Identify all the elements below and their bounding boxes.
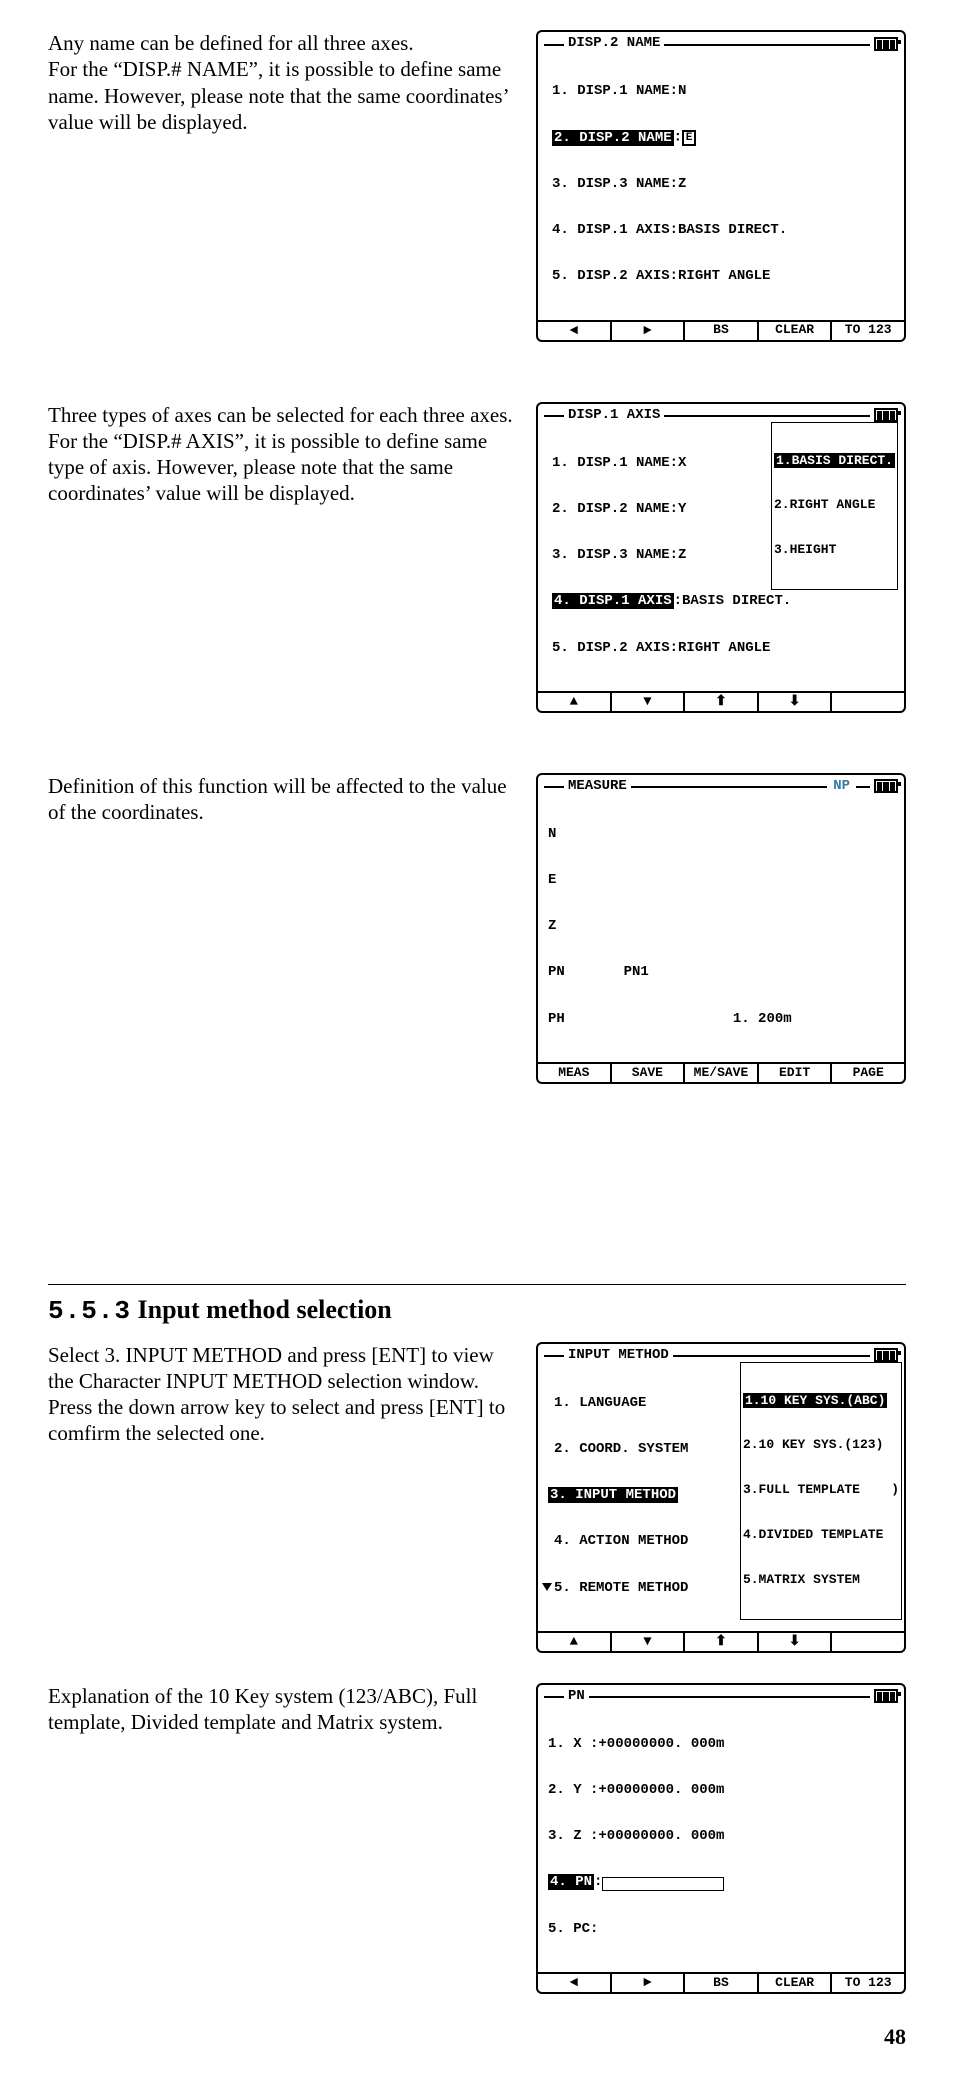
lcd2-title: DISP.1 AXIS <box>564 408 664 423</box>
lcd4-line5: 5. REMOTE METHOD <box>554 1580 688 1596</box>
pn-label: PN <box>548 964 565 980</box>
softkey-edit[interactable]: EDIT <box>759 1064 833 1082</box>
lcd4-line3-selected: 3. INPUT METHOD <box>548 1487 678 1503</box>
softkey-page[interactable]: PAGE <box>832 1064 904 1082</box>
softkey-clear[interactable]: CLEAR <box>759 1974 833 1992</box>
lcd3-title: MEASURE <box>564 779 631 794</box>
coord-z: Z <box>548 919 894 934</box>
paragraph-2: Three types of axes can be selected for … <box>48 402 536 507</box>
coord-n: N <box>548 827 894 842</box>
softkey-up-tri[interactable]: ▲ <box>538 1633 612 1651</box>
battery-icon <box>874 1689 898 1703</box>
softkey-blank <box>832 1633 904 1651</box>
ph-value: 1. 200m <box>733 1011 792 1027</box>
menu-basis-direct[interactable]: 1.BASIS DIRECT. <box>774 453 895 468</box>
pn-value: PN1 <box>624 964 649 980</box>
menu-height[interactable]: 3.HEIGHT <box>774 543 895 558</box>
softkey-meas[interactable]: MEAS <box>538 1064 612 1082</box>
softkey-up-arrow[interactable]: ⬆ <box>685 1633 759 1651</box>
menu-10key-abc[interactable]: 1.10 KEY SYS.(ABC) <box>743 1393 887 1408</box>
lcd1-line4: 4. DISP.1 AXIS:BASIS DIRECT. <box>552 223 894 238</box>
softkey-down-arrow[interactable]: ⬇ <box>759 693 833 711</box>
softkey-down-tri[interactable]: ▼ <box>612 693 686 711</box>
pn-input-field[interactable] <box>602 1877 724 1891</box>
softkey-down-arrow[interactable]: ⬇ <box>759 1633 833 1651</box>
paragraph-1: Any name can be defined for all three ax… <box>48 30 536 135</box>
lcd-screen-measure: MEASURE NP N E Z PN PN1 PH 1. 200m MEAS … <box>536 773 906 1084</box>
lcd5-title: PN <box>564 1689 589 1704</box>
lcd-screen-input-method: INPUT METHOD 1. LANGUAGE 2. COORD. SYSTE… <box>536 1342 906 1653</box>
ph-label: PH <box>548 1011 565 1027</box>
menu-divided-template[interactable]: 4.DIVIDED TEMPLATE <box>743 1528 899 1543</box>
section-number: 5.5.3 <box>48 1296 131 1326</box>
paragraph-4: Select 3. INPUT METHOD and press [ENT] t… <box>48 1342 536 1447</box>
lcd4-title: INPUT METHOD <box>564 1348 673 1363</box>
lcd5-line3: 3. Z :+00000000. 000m <box>548 1829 894 1844</box>
lcd5-line2: 2. Y :+00000000. 000m <box>548 1783 894 1798</box>
softkey-right-arrow[interactable]: ► <box>612 322 686 340</box>
softkey-up-tri[interactable]: ▲ <box>538 693 612 711</box>
battery-icon <box>874 37 898 51</box>
text-cursor: E <box>682 130 696 146</box>
lcd2-line5: 5. DISP.2 AXIS:RIGHT ANGLE <box>552 641 894 656</box>
page-number: 48 <box>48 2024 906 2050</box>
section-heading: 5.5.3 Input method selection <box>48 1295 906 1326</box>
softkey-save[interactable]: SAVE <box>612 1064 686 1082</box>
lcd2-line4-selected: 4. DISP.1 AXIS <box>552 593 674 609</box>
softkey-left-arrow[interactable]: ◄ <box>538 322 612 340</box>
softkey-to123[interactable]: TO 123 <box>832 322 904 340</box>
section-title: Input method selection <box>138 1295 392 1324</box>
coord-e: E <box>548 873 894 888</box>
menu-right-angle[interactable]: 2.RIGHT ANGLE <box>774 498 895 513</box>
softkey-clear[interactable]: CLEAR <box>759 322 833 340</box>
battery-icon <box>874 779 898 793</box>
lcd-screen-disp2-name: DISP.2 NAME 1. DISP.1 NAME:N 2. DISP.2 N… <box>536 30 906 342</box>
softkey-blank <box>832 693 904 711</box>
softkey-up-arrow[interactable]: ⬆ <box>685 693 759 711</box>
lcd5-line5: 5. PC: <box>548 1922 894 1937</box>
battery-icon <box>874 408 898 422</box>
more-indicator-icon <box>542 1583 552 1591</box>
lcd-screen-disp1-axis: DISP.1 AXIS 1. DISP.1 NAME:X 2. DISP.2 N… <box>536 402 906 713</box>
softkey-left-arrow[interactable]: ◄ <box>538 1974 612 1992</box>
softkey-right-arrow[interactable]: ► <box>612 1974 686 1992</box>
softkey-bs[interactable]: BS <box>685 1974 759 1992</box>
menu-full-template[interactable]: 3.FULL TEMPLATE <box>743 1482 860 1497</box>
menu-10key-123[interactable]: 2.10 KEY SYS.(123) <box>743 1438 899 1453</box>
lcd5-line4-selected: 4. PN <box>548 1874 594 1890</box>
softkey-bs[interactable]: BS <box>685 322 759 340</box>
lcd-screen-pn: PN 1. X :+00000000. 000m 2. Y :+00000000… <box>536 1683 906 1994</box>
paragraph-3: Definition of this function will be affe… <box>48 773 536 826</box>
axis-menu-popup: 1.BASIS DIRECT. 2.RIGHT ANGLE 3.HEIGHT <box>771 422 898 590</box>
lcd1-line5: 5. DISP.2 AXIS:RIGHT ANGLE <box>552 269 894 284</box>
softkey-down-tri[interactable]: ▼ <box>612 1633 686 1651</box>
input-method-menu-popup: 1.10 KEY SYS.(ABC) 2.10 KEY SYS.(123) 3.… <box>740 1362 902 1620</box>
paragraph-5: Explanation of the 10 Key system (123/AB… <box>48 1683 536 1736</box>
softkey-mesave[interactable]: ME/SAVE <box>685 1064 759 1082</box>
menu-matrix-system[interactable]: 5.MATRIX SYSTEM <box>743 1573 899 1588</box>
battery-icon <box>874 1348 898 1362</box>
lcd1-title: DISP.2 NAME <box>564 36 664 51</box>
section-divider <box>48 1284 906 1285</box>
lcd1-line1: 1. DISP.1 NAME:N <box>552 84 894 99</box>
np-indicator: NP <box>827 779 856 794</box>
lcd1-line2-selected: 2. DISP.2 NAME <box>552 130 674 146</box>
softkey-to123[interactable]: TO 123 <box>832 1974 904 1992</box>
lcd1-line3: 3. DISP.3 NAME:Z <box>552 177 894 192</box>
lcd5-line1: 1. X :+00000000. 000m <box>548 1737 894 1752</box>
